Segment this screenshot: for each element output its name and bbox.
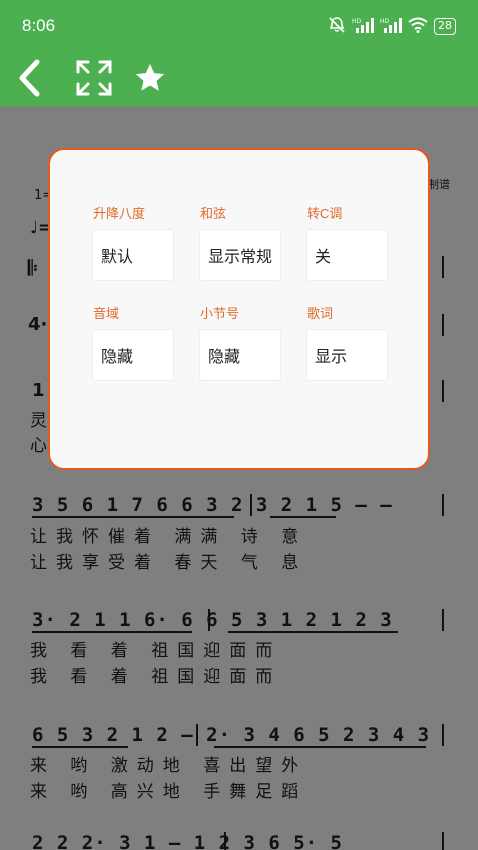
lyric-line: 我 看 着 祖国迎面而 bbox=[30, 641, 282, 661]
arranger-label: 制谱 bbox=[428, 178, 450, 191]
transpose-c-select[interactable]: 关 bbox=[307, 230, 387, 280]
hd-label-1: HD bbox=[352, 18, 362, 25]
barline bbox=[250, 494, 252, 516]
margin-note: 1 bbox=[32, 380, 45, 401]
octave-shift-label: 升降八度 bbox=[93, 206, 146, 221]
barline bbox=[442, 256, 444, 278]
barline bbox=[196, 724, 198, 746]
beam bbox=[228, 631, 398, 633]
beam bbox=[32, 631, 192, 633]
barline bbox=[442, 832, 444, 850]
mute-icon bbox=[328, 16, 346, 37]
lyric-line: 来 哟 激动地 喜出望外 bbox=[30, 756, 308, 776]
range-select[interactable]: 隐藏 bbox=[93, 330, 173, 380]
barline bbox=[442, 314, 444, 336]
barline bbox=[442, 380, 444, 402]
row-start-note: 4· bbox=[28, 314, 48, 335]
display-settings-dialog: 升降八度 默认 和弦 显示常规 转C调 关 音域 隐藏 小节号 隐藏 歌词 显示 bbox=[48, 148, 430, 470]
wifi-icon bbox=[408, 17, 428, 36]
repeat-start: 𝄆 bbox=[28, 256, 38, 280]
back-button[interactable] bbox=[8, 56, 52, 100]
lyric-line: 让我享受着 春天 气 息 bbox=[30, 553, 308, 573]
favorite-button[interactable] bbox=[128, 56, 172, 100]
barline bbox=[208, 609, 210, 631]
lyric-line: 来 哟 高兴地 手舞足蹈 bbox=[30, 782, 308, 802]
toolbar bbox=[0, 52, 478, 106]
status-time: 8:06 bbox=[22, 16, 56, 35]
lyric-line: 我 看 着 祖国迎面而 bbox=[30, 667, 282, 687]
app-header: 8:06 HD HD 28 bbox=[0, 0, 478, 106]
notes-line: 3· 2 1 1 6· 6 6 5 3 1 2 1 2 3 bbox=[32, 609, 393, 631]
barline bbox=[442, 724, 444, 746]
margin-lyric-1: 灵 bbox=[30, 411, 47, 431]
expand-icon bbox=[76, 60, 112, 96]
signal-icon: HD bbox=[352, 17, 374, 36]
lyric-line: 让我怀催着 满满 诗 意 bbox=[30, 527, 308, 547]
status-bar: 8:06 HD HD 28 bbox=[0, 0, 478, 52]
chevron-left-icon bbox=[19, 59, 40, 97]
notes-line: 6 5 3 2 1 2 – 2· 3 4 6 5 2 3 4 3 bbox=[32, 724, 431, 746]
lyrics-label: 歌词 bbox=[307, 306, 334, 321]
signal-icon-2: HD bbox=[380, 17, 402, 36]
star-icon bbox=[135, 63, 165, 91]
notes-line: 2 2 2· 3 1 – 1 2 3 6 5· 5 bbox=[32, 832, 343, 850]
barline bbox=[442, 609, 444, 631]
chord-select[interactable]: 显示常规 bbox=[200, 230, 280, 280]
barline bbox=[442, 494, 444, 516]
fullscreen-button[interactable] bbox=[72, 56, 116, 100]
octave-shift-select[interactable]: 默认 bbox=[93, 230, 173, 280]
measure-number-select[interactable]: 隐藏 bbox=[200, 330, 280, 380]
margin-lyric-2: 心 bbox=[30, 436, 47, 456]
beam bbox=[32, 746, 128, 748]
lyrics-select[interactable]: 显示 bbox=[307, 330, 387, 380]
beam bbox=[270, 516, 336, 518]
range-label: 音域 bbox=[93, 306, 120, 321]
status-icons: HD HD 28 bbox=[328, 16, 456, 37]
chord-label: 和弦 bbox=[200, 206, 227, 221]
barline bbox=[224, 832, 226, 850]
hd-label-2: HD bbox=[380, 18, 390, 25]
notes-line: 3 5 6 1 7 6 6 3 2 3 2 1 5 – – bbox=[32, 494, 393, 516]
measure-number-label: 小节号 bbox=[200, 306, 240, 321]
battery-icon: 28 bbox=[434, 18, 456, 35]
transpose-c-label: 转C调 bbox=[307, 206, 343, 221]
beam bbox=[214, 746, 426, 748]
beam bbox=[32, 516, 234, 518]
